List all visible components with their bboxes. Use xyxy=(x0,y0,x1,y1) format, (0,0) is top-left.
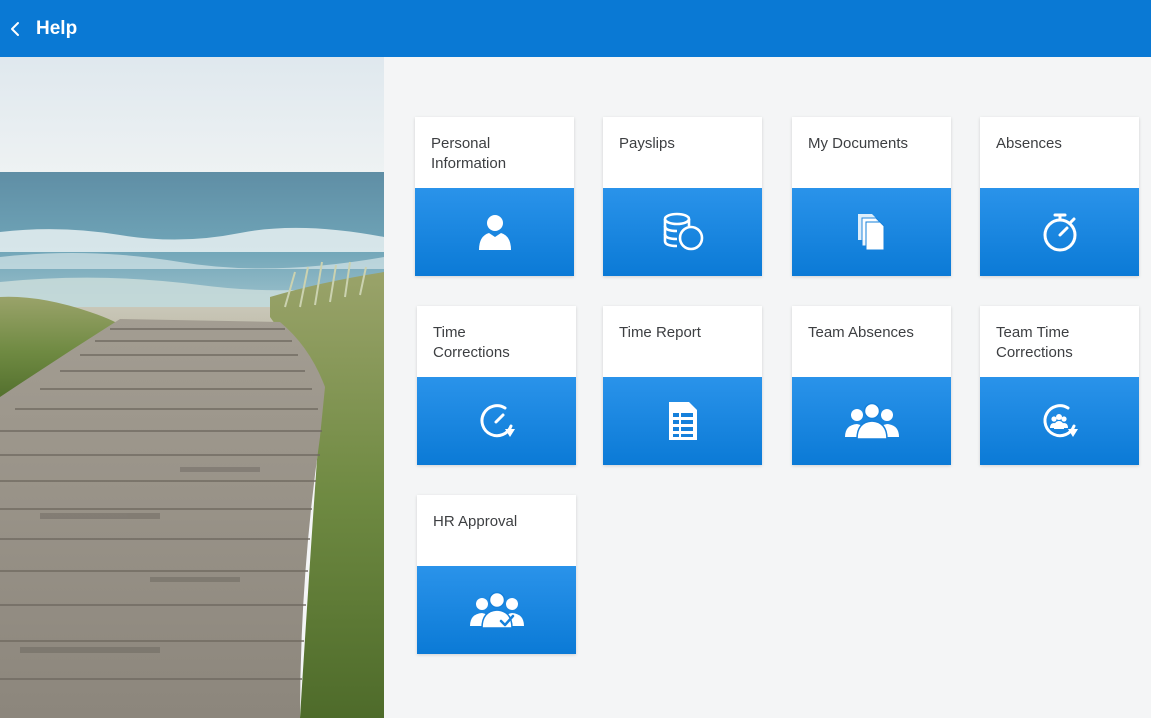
tile-label: Personal Information xyxy=(431,135,507,172)
tile-time-report[interactable]: Time Report xyxy=(603,306,762,465)
beach-boardwalk-photo xyxy=(0,57,384,718)
tile-team-absences[interactable]: Team Absences xyxy=(792,306,951,465)
person-icon xyxy=(478,215,511,250)
tile-label: Time Report xyxy=(619,324,701,341)
documents-icon xyxy=(857,214,884,251)
tile-label: Team Absences xyxy=(808,324,914,341)
coins-icon xyxy=(663,212,703,251)
hero-image xyxy=(0,57,384,718)
stopwatch-icon xyxy=(1043,213,1076,252)
team-icon xyxy=(844,402,899,440)
tile-time-corrections[interactable]: Time Corrections xyxy=(417,306,576,465)
app-header: Help xyxy=(0,0,1151,57)
team-clock-refresh-icon xyxy=(1042,404,1078,438)
tile-label: My Documents xyxy=(808,135,909,152)
tile-personal-information[interactable]: Personal Information xyxy=(415,117,574,276)
tile-label: Payslips xyxy=(619,135,675,152)
chevron-left-icon xyxy=(11,21,19,36)
tile-absences[interactable]: Absences xyxy=(980,117,1139,276)
tile-label: HR Approval xyxy=(433,513,518,530)
tile-team-time-corrections[interactable]: Team Time Corrections xyxy=(980,306,1139,465)
tile-payslips[interactable]: Payslips xyxy=(603,117,762,276)
tile-label: Absences xyxy=(996,135,1062,152)
tile-hr-approval[interactable]: HR Approval xyxy=(417,495,576,654)
tile-grid: Personal Information Payslips My Documen… xyxy=(384,57,1151,718)
report-sheet-icon xyxy=(668,402,697,440)
tile-label: Team Time Corrections xyxy=(996,324,1073,361)
back-button[interactable] xyxy=(0,0,30,57)
tile-my-documents[interactable]: My Documents xyxy=(792,117,951,276)
team-approval-icon xyxy=(469,591,524,629)
page-title: Help xyxy=(36,17,78,39)
tile-label: Time Corrections xyxy=(433,324,510,361)
clock-refresh-icon xyxy=(479,404,515,438)
